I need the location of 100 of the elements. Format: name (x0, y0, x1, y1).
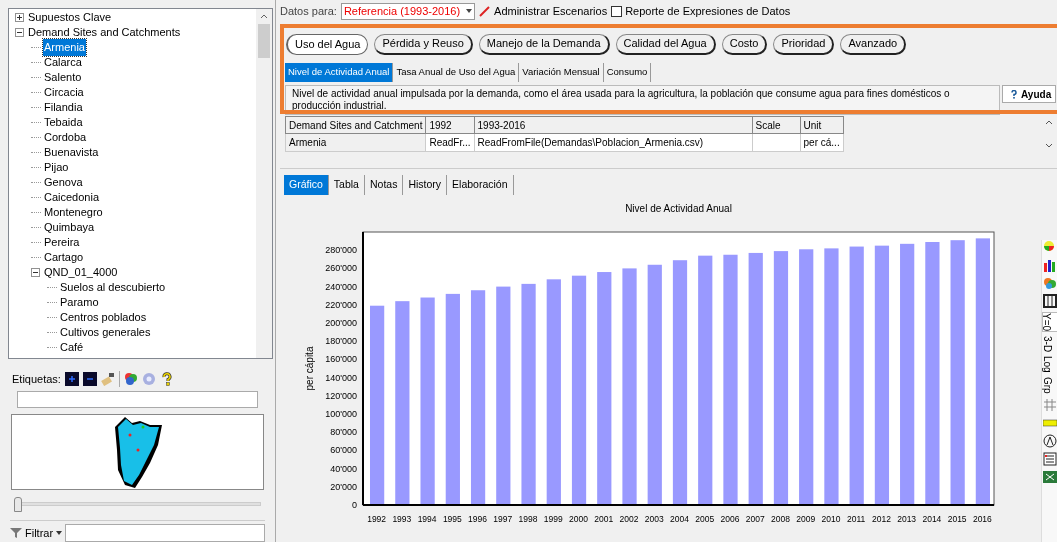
y-tick-label: 60'000 (330, 445, 357, 456)
x-tick-label: 2009 (796, 514, 816, 524)
x-tick-label: 1999 (543, 514, 563, 524)
view-tab[interactable]: Gráfico (284, 175, 329, 195)
collapse-toggle[interactable] (15, 28, 24, 37)
report-button[interactable]: Reporte de Expresiones de Datos (611, 2, 791, 20)
filter-button[interactable]: Filtrar (25, 524, 63, 542)
font-icon[interactable] (1042, 433, 1057, 448)
tree-item[interactable]: Cartago (43, 249, 85, 266)
variable-tab[interactable]: Tasa Anual de Uso del Agua (393, 63, 520, 82)
x-tick-label: 2007 (745, 514, 765, 524)
plus-icon[interactable] (64, 371, 79, 386)
tree-item[interactable]: Filandia (43, 99, 84, 116)
tree-item[interactable]: Demand Sites and Catchments (27, 24, 182, 41)
tree-item[interactable]: Montenegro (43, 204, 104, 221)
brush-icon[interactable] (100, 371, 115, 386)
category-tab[interactable]: Pérdida y Reuso (374, 33, 473, 55)
tree-item[interactable]: Circacia (43, 84, 85, 101)
caret-icon (466, 9, 473, 13)
report-icon (611, 5, 623, 17)
x-tick-label: 1994 (417, 514, 437, 524)
table-icon[interactable] (1042, 294, 1057, 308)
y-tick-label: 240'000 (325, 281, 357, 292)
column-header: 1992 (425, 116, 475, 134)
scroll-thumb[interactable] (258, 24, 270, 58)
minus-icon[interactable] (82, 371, 97, 386)
expand-toggle[interactable] (15, 13, 24, 22)
chart-option-toggle[interactable]: Log (1041, 356, 1057, 373)
scroll-up-icon[interactable] (260, 14, 268, 19)
tree-item[interactable]: Supuestos Clave (27, 9, 113, 26)
category-tab[interactable]: Prioridad (773, 33, 835, 55)
x-tick-label: 1996 (468, 514, 488, 524)
chart-option-toggle[interactable]: Grp (1041, 376, 1057, 394)
y-tick-label: 280'000 (325, 245, 357, 256)
palette-icon[interactable] (123, 371, 138, 386)
bar-chart-icon[interactable] (1042, 258, 1057, 272)
x-tick-label: 2005 (695, 514, 715, 524)
variable-tab[interactable]: Nivel de Actividad Anual (285, 63, 394, 82)
tree-item[interactable]: Paramo (59, 294, 100, 311)
y-tick-label: 0 (352, 500, 357, 510)
tree-item[interactable]: Caicedonia (43, 189, 101, 206)
pie-chart-icon[interactable] (1042, 240, 1057, 254)
plus-icon (17, 15, 22, 20)
y-tick-label: 260'000 (325, 263, 357, 274)
y-tick-label: 140'000 (325, 372, 357, 383)
legend-icon[interactable] (1042, 451, 1057, 466)
tree-item[interactable]: Genova (43, 174, 84, 191)
tree-item[interactable]: Suelos al descubierto (59, 279, 167, 296)
column-header: Demand Sites and Catchment (285, 116, 426, 134)
x-tick-label: 2004 (670, 514, 689, 524)
category-tab[interactable]: Uso del Agua (286, 33, 369, 55)
scrollbar[interactable] (256, 9, 272, 359)
filter-input[interactable] (65, 524, 265, 542)
variable-tab[interactable]: Variación Mensual (519, 63, 604, 82)
category-tab[interactable]: Costo (721, 33, 768, 55)
tree-item[interactable]: Quimbaya (43, 219, 96, 236)
help-icon[interactable] (159, 371, 174, 386)
x-tick-label: 1992 (367, 514, 387, 524)
data-for-label: Datos para: (280, 3, 337, 19)
x-tick-label: 2006 (720, 514, 740, 524)
x-tick-label: 1998 (518, 514, 538, 524)
tree-item[interactable]: Buenavista (43, 144, 100, 161)
category-tab[interactable]: Avanzado (840, 33, 907, 55)
manage-scenarios-button[interactable]: Administrar Escenarios (479, 2, 608, 20)
tree-item[interactable]: Café (59, 339, 85, 356)
y-tick-label: 120'000 (325, 390, 357, 401)
scenario-dropdown[interactable]: Referencia (1993-2016) (340, 2, 476, 20)
scroll-down-icon[interactable] (1045, 143, 1053, 148)
tree-item[interactable]: Pijao (43, 159, 70, 176)
x-tick-label: 2010 (821, 514, 841, 524)
x-tick-label: 2011 (847, 514, 866, 524)
y-tick-label: 80'000 (330, 427, 357, 438)
tree-item[interactable]: QND_01_4000 (43, 264, 119, 281)
tree-item[interactable]: Centros poblados (59, 309, 148, 326)
labels-caption: Etiquetas: (12, 371, 61, 387)
tree-item[interactable]: Cultivos generales (59, 324, 152, 341)
y-axis-label: per cápita (304, 346, 315, 391)
collapse-toggle[interactable] (31, 268, 40, 277)
spreadsheet-icon[interactable] (1042, 469, 1057, 484)
x-tick-label: 2014 (922, 514, 942, 524)
chart-option-toggle[interactable]: 3-D (1041, 336, 1057, 353)
filter-icon (10, 527, 22, 539)
tree-item[interactable]: Tebaida (43, 114, 84, 131)
label-input[interactable] (17, 390, 258, 409)
tree-item[interactable]: Pereira (43, 234, 81, 251)
x-tick-label: 2000 (569, 514, 588, 524)
slider-thumb[interactable] (14, 497, 22, 513)
category-tab[interactable]: Manejo de la Demanda (478, 33, 610, 55)
tree-item[interactable]: Salento (43, 69, 83, 86)
scroll-up-icon[interactable] (1045, 120, 1053, 125)
chart-option-toggle[interactable]: Y=0 (1041, 312, 1057, 333)
tree-item[interactable]: Armenia (43, 39, 86, 56)
tree-item[interactable]: Calarca (43, 54, 83, 71)
help-button[interactable]: Ayuda (1002, 85, 1057, 103)
x-tick-label: 2001 (594, 514, 614, 524)
category-tab[interactable]: Calidad del Agua (615, 33, 716, 55)
x-tick-label: 2016 (972, 514, 992, 524)
tree-item[interactable]: Cordoba (43, 129, 88, 146)
x-tick-label: 2003 (644, 514, 664, 524)
caret-icon (56, 531, 63, 535)
